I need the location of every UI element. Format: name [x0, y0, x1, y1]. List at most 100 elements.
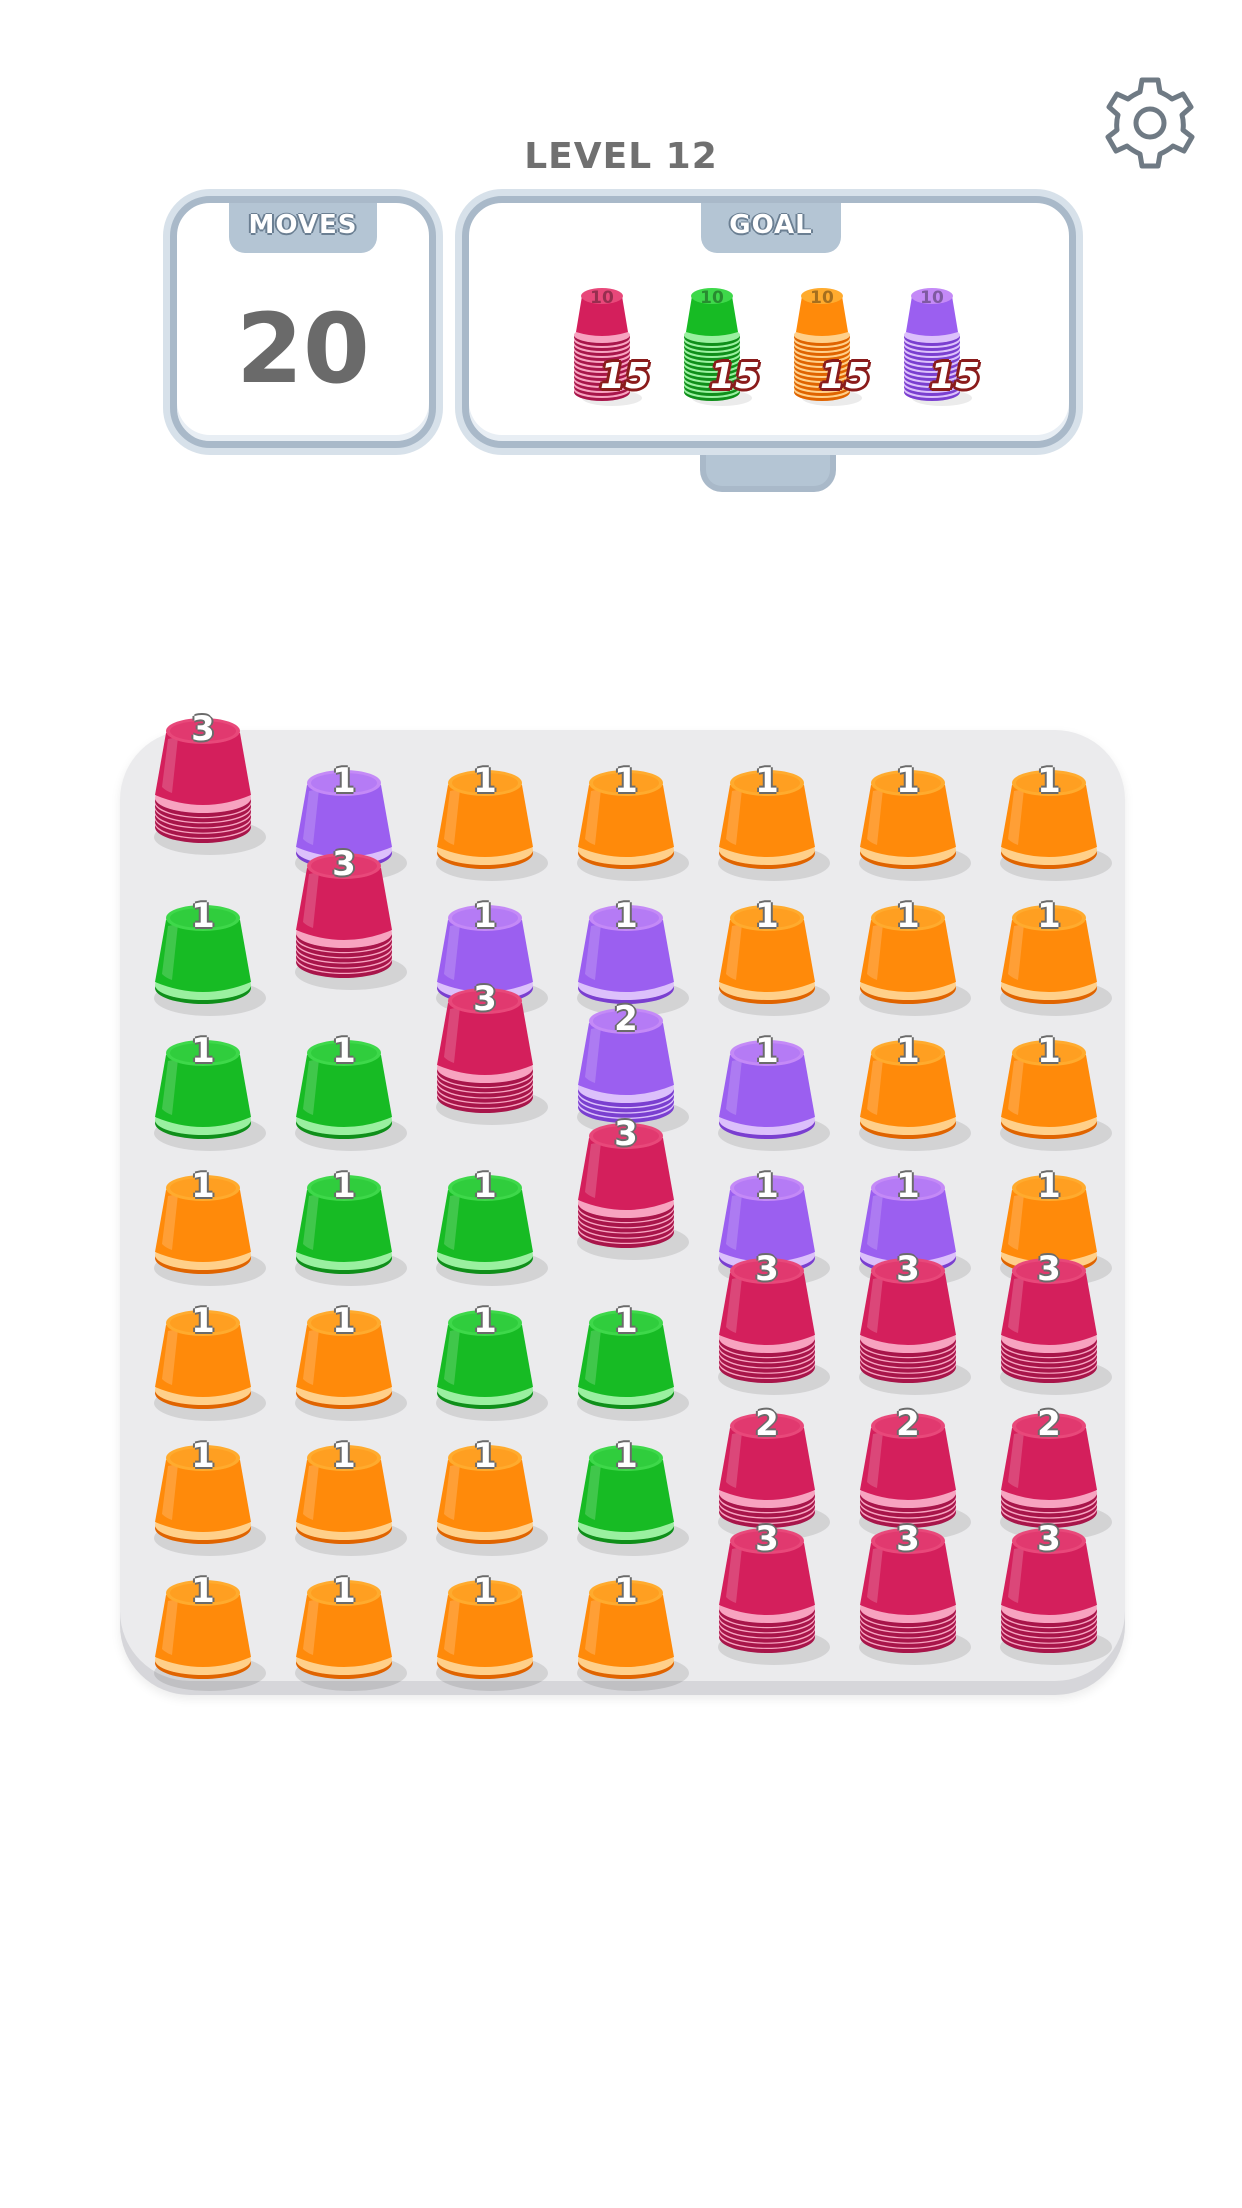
cup-stack-r3-c6[interactable]: 1	[843, 1005, 973, 1155]
cup-stack-r5-c2[interactable]: 1	[279, 1275, 409, 1425]
cup-stack-r7-c3[interactable]: 1	[420, 1545, 550, 1695]
goal-count: 15	[600, 356, 651, 397]
goal-stack-pink: 10 15	[572, 270, 652, 410]
cup-stack-r7-c2[interactable]: 1	[279, 1545, 409, 1695]
cup-count: 1	[191, 1436, 215, 1476]
cup-count: 1	[473, 1166, 497, 1206]
cup-count: 1	[473, 761, 497, 801]
cup-count: 1	[755, 896, 779, 936]
cup-count: 1	[755, 1031, 779, 1071]
goal-panel: GOAL	[462, 196, 1076, 448]
cup-stack-r3-c3[interactable]: 3	[420, 979, 550, 1129]
cup-count: 1	[473, 1436, 497, 1476]
goal-count: 15	[930, 356, 981, 397]
cup-stack-r4-c3[interactable]: 1	[420, 1140, 550, 1290]
cup-stack-r3-c2[interactable]: 1	[279, 1005, 409, 1155]
cup-count: 1	[896, 1166, 920, 1206]
goal-stack-orange: 10 15	[792, 270, 872, 410]
cup-stack-r4-c2[interactable]: 1	[279, 1140, 409, 1290]
cup-icon	[154, 1580, 266, 1691]
cup-stack-r6-c1[interactable]: 1	[138, 1410, 268, 1560]
goal-count: 15	[710, 356, 761, 397]
cup-stack-r6-c4[interactable]: 1	[561, 1410, 691, 1560]
cup-count: 1	[614, 1571, 638, 1611]
cup-count: 1	[755, 761, 779, 801]
cup-stack-r1-c1[interactable]: 3	[138, 709, 268, 859]
cup-count: 1	[191, 1031, 215, 1071]
cup-stack-r4-c1[interactable]: 1	[138, 1140, 268, 1290]
cup-count: 1	[473, 1301, 497, 1341]
cup-stack-r2-c7[interactable]: 1	[984, 870, 1114, 1020]
cup-stack-r1-c7[interactable]: 1	[984, 735, 1114, 885]
cup-count: 3	[191, 709, 215, 749]
cup-count: 1	[191, 1166, 215, 1206]
cup-count: 1	[332, 1571, 356, 1611]
cup-stack-r2-c5[interactable]: 1	[702, 870, 832, 1020]
cup-count: 2	[896, 1404, 920, 1444]
cup-count: 1	[614, 896, 638, 936]
goal-inner-label: 10	[810, 288, 834, 308]
cup-count: 1	[332, 1436, 356, 1476]
cup-count: 1	[1037, 896, 1061, 936]
cup-count: 1	[332, 1031, 356, 1071]
cup-count: 1	[332, 1301, 356, 1341]
goal-label: GOAL	[701, 203, 841, 253]
cup-count: 3	[755, 1519, 779, 1559]
cup-icon	[295, 1580, 407, 1691]
goal-inner-label: 10	[590, 288, 614, 308]
cup-stack-r7-c5[interactable]: 3	[702, 1519, 832, 1669]
cup-count: 3	[1037, 1249, 1061, 1289]
cup-stack-r2-c2[interactable]: 3	[279, 844, 409, 994]
goal-inner-label: 10	[700, 288, 724, 308]
cup-count: 2	[1037, 1404, 1061, 1444]
cup-stack-r4-c4[interactable]: 3	[561, 1114, 691, 1264]
cup-icon	[436, 1580, 548, 1691]
cup-count: 1	[473, 1571, 497, 1611]
cup-count: 1	[1037, 1166, 1061, 1206]
cup-count: 1	[332, 761, 356, 801]
cup-count: 1	[896, 761, 920, 801]
cup-count: 3	[473, 979, 497, 1019]
cup-count: 1	[1037, 1031, 1061, 1071]
cup-stack-r6-c2[interactable]: 1	[279, 1410, 409, 1560]
cup-stack-r3-c7[interactable]: 1	[984, 1005, 1114, 1155]
cup-stack-r1-c6[interactable]: 1	[843, 735, 973, 885]
cup-stack-r2-c1[interactable]: 1	[138, 870, 268, 1020]
cup-stack-r2-c6[interactable]: 1	[843, 870, 973, 1020]
cup-count: 2	[614, 999, 638, 1039]
cup-count: 1	[896, 1031, 920, 1071]
cup-stack-r5-c5[interactable]: 3	[702, 1249, 832, 1399]
cup-stack-r3-c5[interactable]: 1	[702, 1005, 832, 1155]
cup-count: 1	[191, 896, 215, 936]
cup-stack-r5-c6[interactable]: 3	[843, 1249, 973, 1399]
cup-stack-r5-c1[interactable]: 1	[138, 1275, 268, 1425]
cup-count: 1	[1037, 761, 1061, 801]
goal-count: 15	[820, 356, 871, 397]
cup-count: 3	[755, 1249, 779, 1289]
cup-count: 1	[332, 1166, 356, 1206]
cup-icon	[577, 1580, 689, 1691]
cup-stack-r5-c3[interactable]: 1	[420, 1275, 550, 1425]
cup-stack-r5-c7[interactable]: 3	[984, 1249, 1114, 1399]
cup-stack-r7-c7[interactable]: 3	[984, 1519, 1114, 1669]
cup-count: 3	[332, 844, 356, 884]
cup-stack-r7-c4[interactable]: 1	[561, 1545, 691, 1695]
cup-stack-r5-c4[interactable]: 1	[561, 1275, 691, 1425]
moves-panel: MOVES 20	[170, 196, 436, 448]
cup-stack-r1-c3[interactable]: 1	[420, 735, 550, 885]
cup-count: 1	[896, 896, 920, 936]
cup-stack-r7-c1[interactable]: 1	[138, 1545, 268, 1695]
cup-count: 3	[896, 1519, 920, 1559]
cup-stack-r1-c4[interactable]: 1	[561, 735, 691, 885]
goal-stack-green: 10 15	[682, 270, 762, 410]
cup-stack-r7-c6[interactable]: 3	[843, 1519, 973, 1669]
cup-count: 1	[473, 896, 497, 936]
cup-count: 1	[614, 1436, 638, 1476]
cup-stack-r3-c1[interactable]: 1	[138, 1005, 268, 1155]
cup-count: 2	[755, 1404, 779, 1444]
cup-count: 3	[1037, 1519, 1061, 1559]
goal-inner-label: 10	[920, 288, 944, 308]
cup-count: 3	[614, 1114, 638, 1154]
cup-stack-r6-c3[interactable]: 1	[420, 1410, 550, 1560]
cup-stack-r1-c5[interactable]: 1	[702, 735, 832, 885]
